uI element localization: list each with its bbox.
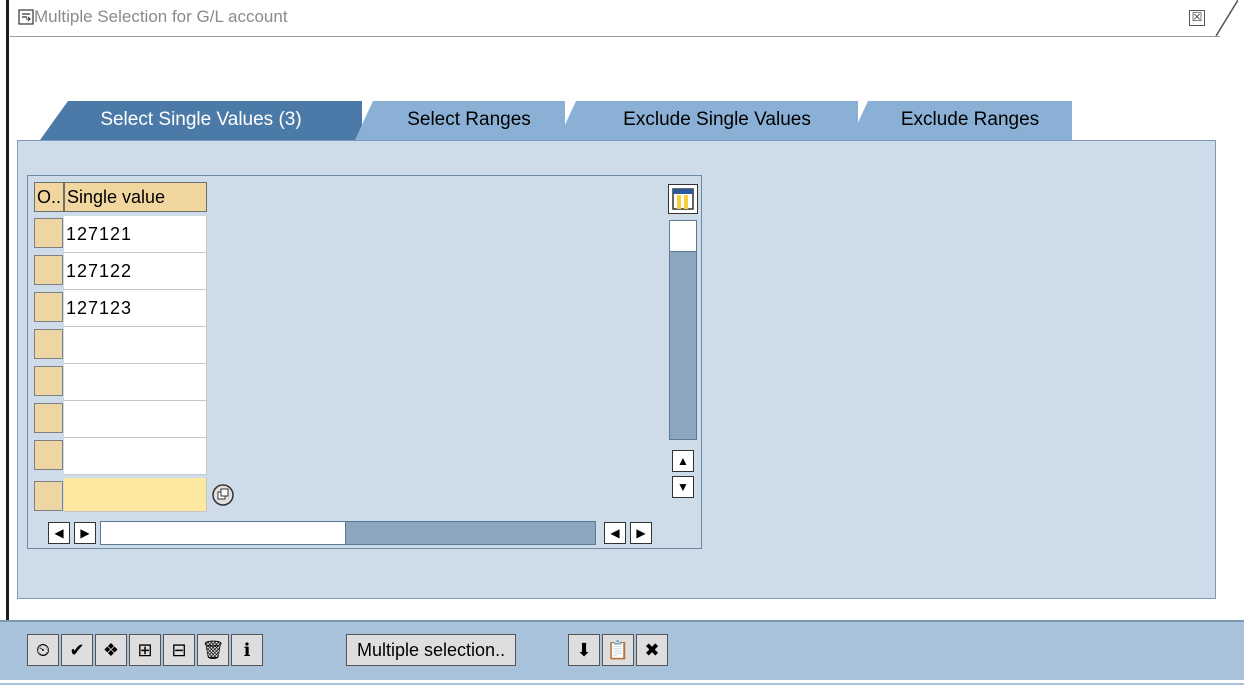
scroll-left-button[interactable]: ◀ bbox=[48, 522, 70, 544]
single-value-cell[interactable] bbox=[64, 364, 207, 401]
window-title: Multiple Selection for G/L account bbox=[34, 7, 288, 26]
title-bar: Multiple Selection for G/L account ☒ bbox=[10, 0, 1238, 37]
scroll-left-button-secondary[interactable]: ◀ bbox=[604, 522, 626, 544]
column-header-single-value[interactable]: Single value bbox=[64, 182, 207, 212]
column-header-option[interactable]: O.. bbox=[34, 182, 64, 212]
clock-icon[interactable]: ⏲ bbox=[27, 634, 59, 666]
tab-select-single-values[interactable]: Select Single Values (3) bbox=[40, 101, 362, 140]
vertical-scroll-track[interactable] bbox=[669, 220, 697, 440]
tab-label: Select Ranges bbox=[407, 109, 531, 130]
trash-icon[interactable]: 🗑 bbox=[197, 634, 229, 666]
execute-icon[interactable]: ❖ bbox=[95, 634, 127, 666]
tab-label: Exclude Ranges bbox=[900, 109, 1040, 130]
scroll-up-button[interactable]: ▲ bbox=[672, 450, 694, 472]
row-selector[interactable] bbox=[34, 403, 63, 433]
dialog-window: Multiple Selection for G/L account ☒ Sel… bbox=[10, 0, 1244, 683]
header-label: Single value bbox=[67, 187, 166, 207]
row-selector[interactable] bbox=[34, 481, 63, 511]
scroll-down-button[interactable]: ▼ bbox=[672, 476, 694, 498]
single-value-cell[interactable]: 127123 bbox=[64, 290, 207, 327]
tab-label: Select Single Values (3) bbox=[100, 109, 302, 130]
horizontal-scroll-thumb[interactable] bbox=[100, 521, 346, 545]
row-selector[interactable] bbox=[34, 366, 63, 396]
window-left-border bbox=[0, 0, 10, 683]
values-table: O.. Single value 127121 127122 127123 ▲ … bbox=[27, 175, 702, 549]
scroll-right-button[interactable]: ▶ bbox=[74, 522, 96, 544]
tab-exclude-single-values[interactable]: Exclude Single Values bbox=[558, 101, 858, 140]
delete-line-icon[interactable]: ⊟ bbox=[163, 634, 195, 666]
row-selector[interactable] bbox=[34, 218, 63, 248]
checkmark-icon[interactable]: ✔ bbox=[61, 634, 93, 666]
tab-exclude-ranges[interactable]: Exclude Ranges bbox=[850, 101, 1072, 140]
row-selector[interactable] bbox=[34, 440, 63, 470]
vertical-scroll-thumb[interactable] bbox=[669, 220, 697, 252]
single-value-cell[interactable] bbox=[64, 327, 207, 364]
single-value-cell[interactable] bbox=[64, 438, 207, 475]
column-layout-button[interactable] bbox=[668, 184, 698, 214]
value-help-icon[interactable] bbox=[211, 483, 235, 507]
upload-icon[interactable]: ⬇ bbox=[568, 634, 600, 666]
row-selector[interactable] bbox=[34, 255, 63, 285]
tab-select-ranges[interactable]: Select Ranges bbox=[355, 101, 565, 140]
tab-label: Exclude Single Values bbox=[623, 109, 811, 130]
single-value-cell[interactable]: 127122 bbox=[64, 253, 207, 290]
layout-icon bbox=[672, 188, 694, 210]
insert-line-icon[interactable]: ⊞ bbox=[129, 634, 161, 666]
multiple-selection-button[interactable]: Multiple selection.. bbox=[346, 634, 517, 666]
row-selector[interactable] bbox=[34, 329, 63, 359]
single-value-cell[interactable]: 127121 bbox=[64, 216, 207, 253]
bottom-toolbar: ⏲ ✔ ❖ ⊞ ⊟ 🗑 ℹ Multiple selection.. ⬇ 📋 ✖ bbox=[0, 620, 1244, 685]
cancel-icon[interactable]: ✖ bbox=[636, 634, 668, 666]
row-selector[interactable] bbox=[34, 292, 63, 322]
active-input-cell[interactable] bbox=[64, 478, 207, 512]
single-value-cell[interactable] bbox=[64, 401, 207, 438]
dialog-icon bbox=[18, 9, 34, 25]
close-icon[interactable]: ☒ bbox=[1189, 10, 1205, 26]
scroll-right-button-secondary[interactable]: ▶ bbox=[630, 522, 652, 544]
header-label: O.. bbox=[37, 187, 62, 207]
clipboard-icon[interactable]: 📋 bbox=[602, 634, 634, 666]
info-icon[interactable]: ℹ bbox=[231, 634, 263, 666]
window-corner-decoration bbox=[1215, 0, 1238, 36]
